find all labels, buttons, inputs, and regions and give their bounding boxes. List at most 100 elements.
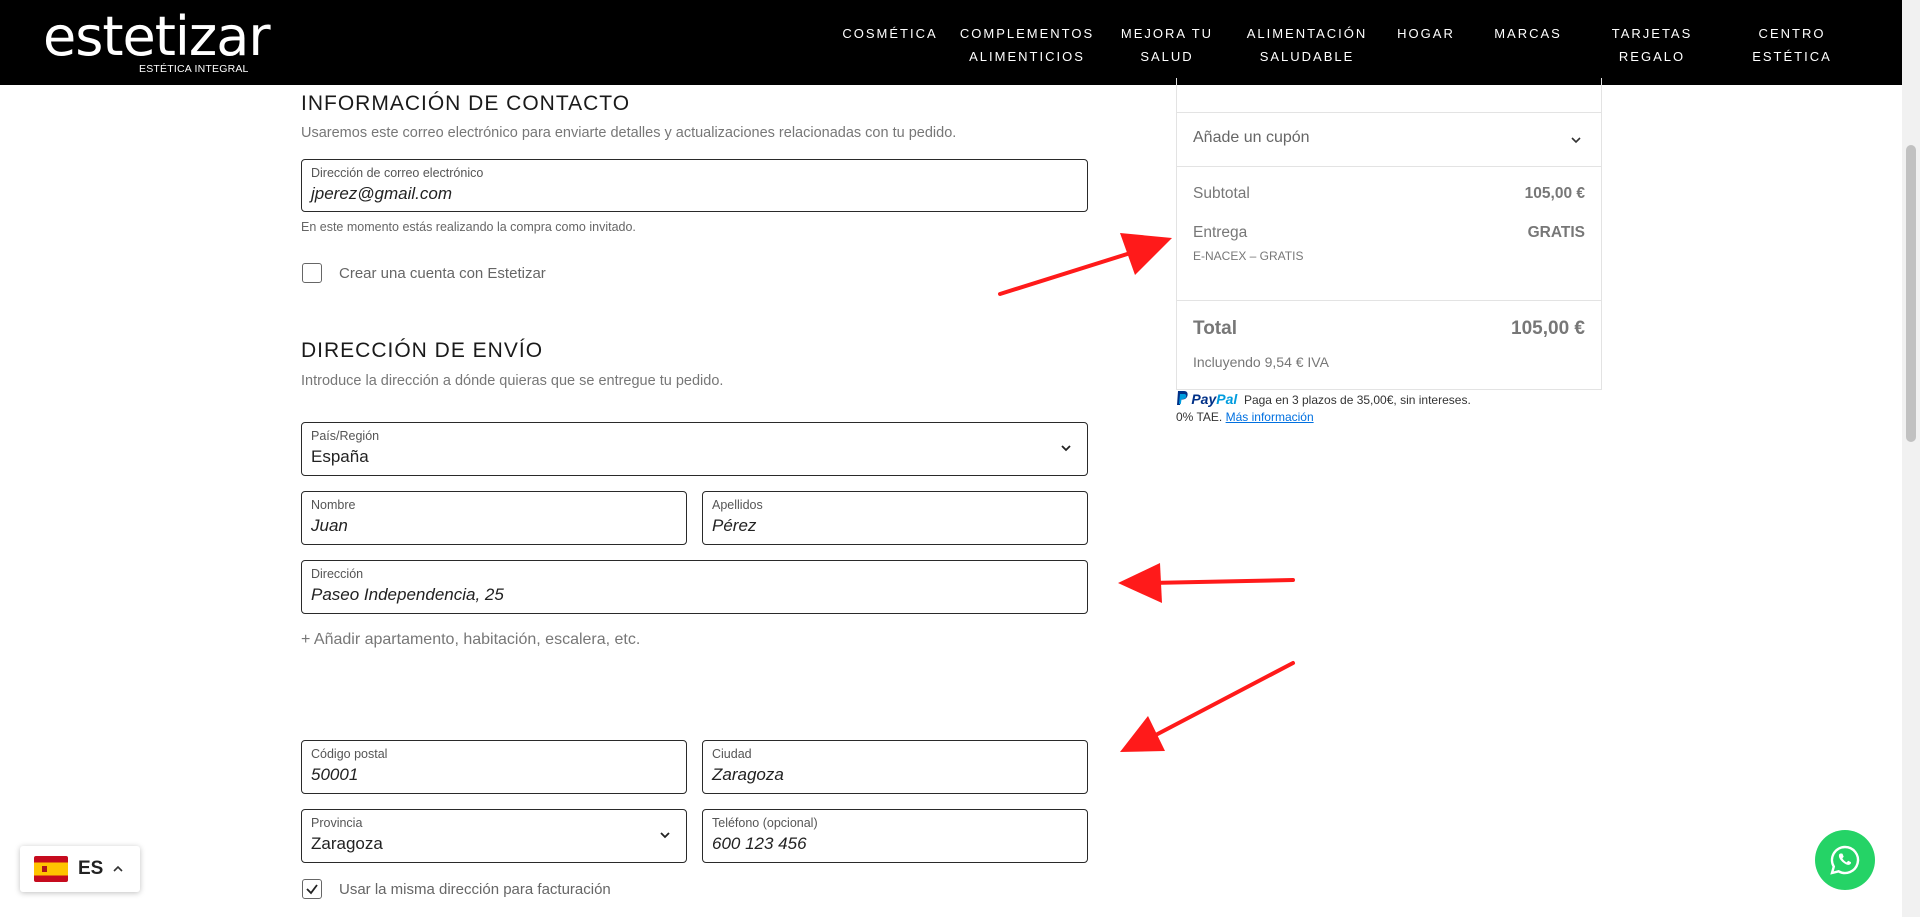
nav-item-alimentacion[interactable]: ALIMENTACIÓN SALUDABLE <box>1247 22 1368 68</box>
whatsapp-icon <box>1830 845 1860 875</box>
shipping-label: Entrega <box>1193 224 1248 241</box>
create-account-checkbox[interactable] <box>302 263 322 283</box>
paypal-logo-part: Pay <box>1191 391 1217 407</box>
nav-label: COSMÉTICA <box>842 26 938 41</box>
city-value: Zaragoza <box>712 765 784 784</box>
page-scrollbar[interactable] <box>1902 0 1920 917</box>
address-field[interactable]: Dirección Paseo Independencia, 25 <box>301 560 1088 614</box>
email-label: Dirección de correo electrónico <box>311 166 484 180</box>
address-value: Paseo Independencia, 25 <box>311 585 504 604</box>
shipping-value: GRATIS <box>1527 224 1585 241</box>
chevron-up-icon <box>113 865 123 872</box>
subtotal-label: Subtotal <box>1193 185 1250 202</box>
email-value: jperez@gmail.com <box>311 184 453 203</box>
scrollbar-thumb[interactable] <box>1906 145 1916 442</box>
chevron-down-icon <box>1571 137 1581 144</box>
paypal-more-info-link[interactable]: Más información <box>1226 410 1314 424</box>
contact-section-description: Usaremos este correo electrónico para en… <box>301 125 957 141</box>
annotation-arrowhead <box>1120 233 1172 275</box>
province-select[interactable]: Provincia Zaragoza <box>301 809 687 863</box>
whatsapp-button[interactable] <box>1815 830 1875 890</box>
coupon-label: Añade un cupón <box>1193 129 1310 146</box>
add-apartment-link[interactable]: + Añadir apartamento, habitación, escale… <box>301 631 640 649</box>
country-select[interactable]: País/Región España <box>301 422 1088 476</box>
tax-note: Incluyendo 9,54 € IVA <box>1193 354 1329 370</box>
annotation-arrowhead <box>1120 716 1165 752</box>
nav-item-centro-estetica[interactable]: CENTRO ESTÉTICA <box>1752 22 1832 68</box>
nav-label: MEJORA TU <box>1120 26 1214 41</box>
nav-label: REGALO <box>1618 49 1686 64</box>
country-value: España <box>311 447 369 466</box>
nav-label: ESTÉTICA <box>1752 49 1832 64</box>
spain-flag-icon <box>34 856 68 882</box>
postcode-label: Código postal <box>311 747 388 761</box>
nav-label: CENTRO <box>1758 26 1826 41</box>
first-name-value: Juan <box>311 516 348 535</box>
country-label: País/Región <box>311 429 380 443</box>
annotation-arrow-postcode <box>1148 661 1295 740</box>
logo[interactable]: estetizar ESTÉTICA INTEGRAL <box>43 5 271 76</box>
nav-label: COMPLEMENTOS <box>959 26 1095 41</box>
order-summary: Añade un cupón Subtotal 105,00 € Entrega… <box>1176 78 1602 390</box>
city-label: Ciudad <box>712 747 752 761</box>
checkmark-icon <box>306 884 318 895</box>
create-account-label[interactable]: Crear una cuenta con Estetizar <box>339 265 546 282</box>
first-name-label: Nombre <box>311 498 356 512</box>
shipping-section-title: DIRECCIÓN DE ENVÍO <box>301 339 544 362</box>
nav-item-mejora-tu-salud[interactable]: MEJORA TU SALUD <box>1121 22 1213 68</box>
first-name-field[interactable]: Nombre Juan <box>301 491 687 545</box>
same-billing-label[interactable]: Usar la misma dirección para facturación <box>339 881 611 898</box>
city-field[interactable]: Ciudad Zaragoza <box>702 740 1088 794</box>
site-header: estetizar ESTÉTICA INTEGRAL COSMÉTICA CO… <box>0 0 1902 85</box>
phone-field[interactable]: Teléfono (opcional) 600 123 456 <box>702 809 1088 863</box>
nav-label: HOGAR <box>1397 26 1455 41</box>
nav-label: SALUD <box>1140 49 1194 64</box>
last-name-field[interactable]: Apellidos Pérez <box>702 491 1088 545</box>
coupon-toggle[interactable]: Añade un cupón <box>1177 113 1601 165</box>
nav-item-complementos[interactable]: COMPLEMENTOS ALIMENTICIOS <box>960 22 1094 68</box>
chevron-down-icon <box>660 832 670 839</box>
province-value: Zaragoza <box>311 834 383 853</box>
nav-label: TARJETAS <box>1611 26 1693 41</box>
nav-item-hogar[interactable]: HOGAR <box>1397 22 1455 45</box>
divider <box>1177 166 1601 167</box>
nav-item-tarjetas-regalo[interactable]: TARJETAS REGALO <box>1612 22 1693 68</box>
annotation-arrow-address <box>1148 578 1295 585</box>
paypal-message-line2-row: 0% TAE. Más información <box>1176 410 1314 424</box>
paypal-logo: PayPal <box>1191 391 1237 407</box>
subtotal-value: 105,00 € <box>1524 185 1585 202</box>
paypal-logo-part: Pal <box>1216 391 1238 407</box>
address-label: Dirección <box>311 567 364 581</box>
paypal-icon <box>1177 391 1188 405</box>
paypal-message-line1: Paga en 3 plazos de 35,00€, sin interese… <box>1243 393 1471 407</box>
paypal-message: PayPal Paga en 3 plazos de 35,00€, sin i… <box>1176 391 1471 407</box>
nav-item-cosmetica[interactable]: COSMÉTICA <box>842 22 937 45</box>
nav-label: SALUDABLE <box>1259 49 1355 64</box>
language-selector[interactable]: ES <box>20 846 140 892</box>
postcode-value: 50001 <box>311 765 359 784</box>
nav-item-marcas[interactable]: MARCAS <box>1494 22 1562 45</box>
divider <box>1177 300 1601 301</box>
province-label: Provincia <box>311 816 363 830</box>
email-field[interactable]: Dirección de correo electrónico jperez@g… <box>301 159 1088 212</box>
phone-label: Teléfono (opcional) <box>712 816 818 830</box>
postcode-field[interactable]: Código postal 50001 <box>301 740 687 794</box>
guest-hint: En este momento estás realizando la comp… <box>301 220 636 234</box>
paypal-apr: 0% TAE. <box>1176 410 1223 424</box>
contact-section-title: INFORMACIÓN DE CONTACTO <box>301 92 631 115</box>
nav-label: ALIMENTACIÓN <box>1246 26 1368 41</box>
shipping-method: E-NACEX – GRATIS <box>1193 249 1304 263</box>
last-name-value: Pérez <box>712 516 757 535</box>
total-value: 105,00 € <box>1511 318 1585 339</box>
annotation-arrow-summary <box>998 248 1142 296</box>
same-billing-checkbox[interactable] <box>302 879 322 899</box>
last-name-label: Apellidos <box>712 498 763 512</box>
total-label: Total <box>1193 318 1237 339</box>
nav-label: MARCAS <box>1494 26 1562 41</box>
chevron-down-icon <box>1061 445 1071 452</box>
phone-value: 600 123 456 <box>712 834 807 853</box>
language-code: ES <box>78 858 104 879</box>
shipping-section-description: Introduce la dirección a dónde quieras q… <box>301 373 724 389</box>
logo-text: estetizar <box>43 5 271 68</box>
annotation-arrowhead <box>1118 563 1162 603</box>
